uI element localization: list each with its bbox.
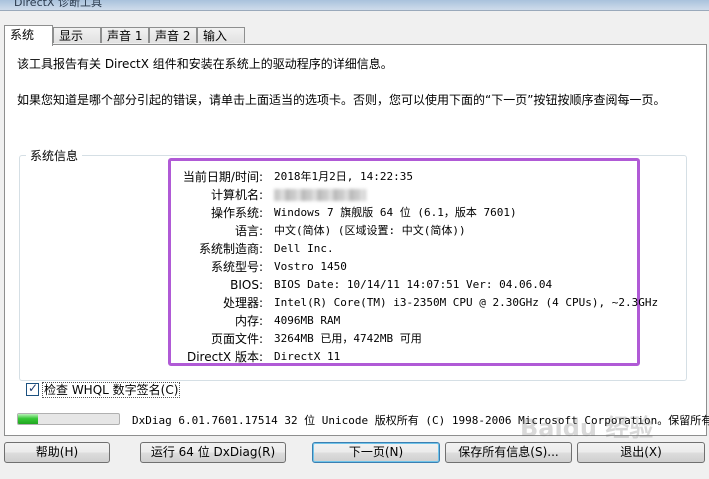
- tab-sound-1[interactable]: 声音 1: [101, 27, 149, 43]
- window-title: DirectX 诊断工具: [14, 0, 102, 9]
- progress-fill: [18, 414, 39, 424]
- info-value: Windows 7 旗舰版 64 位 (6.1，版本 7601): [274, 206, 517, 219]
- info-row-model: 系统型号: Vostro 1450: [0, 258, 700, 276]
- progress-bar: [17, 413, 120, 425]
- info-row-memory: 内存: 4096MB RAM: [0, 312, 700, 330]
- info-row-directx-version: DirectX 版本: DirectX 11: [0, 348, 700, 366]
- intro-text-line-2: 如果您知道是哪个部分引起的错误，请单击上面适当的选项卡。否则，您可以使用下面的“…: [17, 93, 666, 107]
- info-value: Dell Inc.: [274, 242, 334, 255]
- info-label: 操作系统:: [210, 206, 263, 220]
- info-value: 2018年1月2日, 14:22:35: [274, 170, 413, 183]
- info-label: 系统型号:: [210, 260, 263, 274]
- info-row-language: 语言: 中文(简体) (区域设置: 中文(简体)): [0, 222, 700, 240]
- info-row-manufacturer: 系统制造商: Dell Inc.: [0, 240, 700, 258]
- info-label: BIOS:: [230, 278, 263, 292]
- run-64bit-button[interactable]: 运行 64 位 DxDiag(R): [140, 442, 286, 463]
- info-value: 中文(简体) (区域设置: 中文(简体)): [274, 224, 466, 237]
- info-value: 3264MB 已用，4742MB 可用: [274, 332, 422, 345]
- info-row-bios: BIOS: BIOS Date: 10/14/11 14:07:51 Ver: …: [0, 276, 700, 294]
- tab-system[interactable]: 系统: [4, 25, 53, 46]
- tab-sound-2[interactable]: 声音 2: [149, 27, 197, 43]
- tab-input[interactable]: 输入: [197, 27, 245, 43]
- redacted-block: [274, 189, 366, 201]
- info-row-computer-name: 计算机名:: [0, 186, 700, 204]
- info-row-processor: 处理器: Intel(R) Core(TM) i3-2350M CPU @ 2.…: [0, 294, 700, 312]
- next-page-button[interactable]: 下一页(N): [312, 442, 440, 463]
- info-value: Intel(R) Core(TM) i3-2350M CPU @ 2.30GHz…: [274, 296, 659, 309]
- intro-text-line-1: 该工具报告有关 DirectX 组件和安装在系统上的驱动程序的详细信息。: [17, 57, 393, 71]
- tab-display[interactable]: 显示: [53, 27, 101, 43]
- checkbox-box[interactable]: ✓: [26, 381, 39, 396]
- info-row-page-file: 页面文件: 3264MB 已用，4742MB 可用: [0, 330, 700, 348]
- info-value: BIOS Date: 10/14/11 14:07:51 Ver: 04.06.…: [274, 278, 553, 291]
- watermark: Baidu 经验: [520, 414, 654, 442]
- info-label: 当前日期/时间:: [182, 170, 263, 184]
- help-button[interactable]: 帮助(H): [4, 442, 110, 463]
- info-label: 处理器:: [222, 296, 263, 310]
- info-row-datetime: 当前日期/时间: 2018年1月2日, 14:22:35: [0, 168, 700, 186]
- check-mark-icon: ✓: [28, 381, 39, 395]
- info-label: DirectX 版本:: [186, 350, 263, 364]
- info-value-blurred: [274, 186, 366, 204]
- info-label: 语言:: [234, 224, 263, 238]
- window-titlebar: DirectX 诊断工具: [0, 0, 709, 11]
- info-label: 计算机名:: [210, 188, 263, 202]
- info-row-os: 操作系统: Windows 7 旗舰版 64 位 (6.1，版本 7601): [0, 204, 700, 222]
- whql-checkbox-label[interactable]: 检查 WHQL 数字签名(C): [42, 382, 181, 398]
- save-all-info-button[interactable]: 保存所有信息(S)...: [445, 442, 572, 463]
- info-label: 页面文件:: [210, 332, 263, 346]
- info-label: 内存:: [234, 314, 263, 328]
- exit-button[interactable]: 退出(X): [577, 442, 705, 463]
- system-info-title: 系统信息: [26, 147, 83, 164]
- info-label: 系统制造商:: [198, 242, 263, 256]
- whql-checkbox[interactable]: ✓ 检查 WHQL 数字签名(C): [26, 381, 181, 398]
- info-value: Vostro 1450: [274, 260, 347, 273]
- info-value: DirectX 11: [274, 350, 341, 363]
- info-value: 4096MB RAM: [274, 314, 341, 327]
